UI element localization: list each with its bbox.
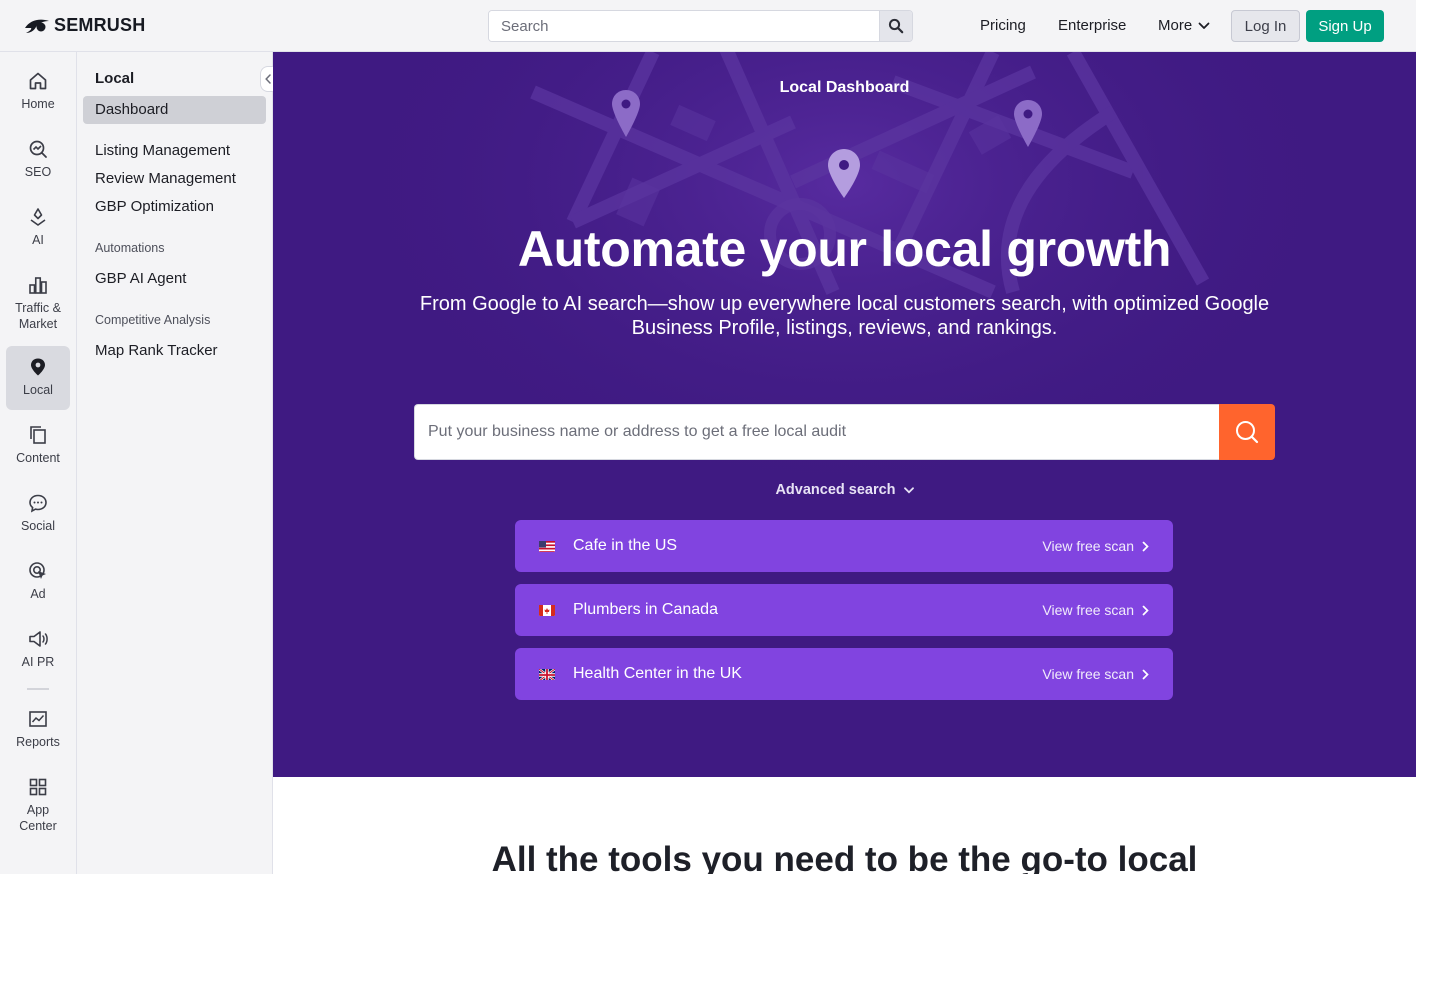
nav-pricing-link[interactable]: Pricing — [980, 17, 1026, 34]
subnav-section-competitive-analysis: Competitive Analysis — [95, 313, 211, 327]
signup-button[interactable]: Sign Up — [1306, 10, 1384, 42]
sidebar-divider — [27, 688, 49, 690]
sidebar-item-label: AI PR — [21, 655, 55, 669]
sidebar-item-label: Home — [21, 97, 55, 111]
view-free-scan-link[interactable]: View free scan — [1042, 602, 1149, 618]
uk-flag-icon — [539, 668, 555, 680]
sidebar-item-label: SEO — [24, 165, 52, 179]
chevron-right-icon — [1142, 669, 1149, 679]
top-bar: SEMRUSH Pricing Enterprise More Log In S… — [0, 0, 1416, 52]
chevron-left-icon — [264, 74, 271, 84]
local-audit-form — [414, 404, 1275, 460]
canada-flag-icon — [539, 604, 555, 616]
business-search-input[interactable] — [414, 404, 1219, 460]
chevron-right-icon — [1142, 605, 1149, 615]
sidebar-item-seo[interactable]: SEO — [6, 128, 70, 192]
search-icon — [1236, 421, 1259, 444]
scan-cta-label: View free scan — [1042, 666, 1134, 682]
scan-label: Health Center in the UK — [573, 665, 742, 682]
sidebar-item-content[interactable]: Content — [6, 414, 70, 478]
advanced-search-label: Advanced search — [775, 482, 896, 498]
search-icon — [888, 18, 904, 34]
home-icon — [29, 72, 47, 90]
sidebar-item-label: Local — [23, 383, 53, 397]
traffic-icon — [29, 277, 47, 294]
ai-icon — [30, 208, 46, 226]
sidebar-item-ai[interactable]: AI — [6, 196, 70, 260]
login-button[interactable]: Log In — [1231, 10, 1300, 42]
hero-section: Local Dashboard Automate your local grow… — [273, 52, 1416, 777]
semrush-logo-mark-icon — [25, 19, 49, 33]
subnav-item-gbp-optimization[interactable]: GBP Optimization — [95, 198, 214, 215]
view-free-scan-link[interactable]: View free scan — [1042, 666, 1149, 682]
sidebar-item-label: Content — [16, 451, 60, 465]
sidebar-item-ai-pr[interactable]: AI PR — [6, 618, 70, 682]
ad-icon — [29, 562, 46, 579]
sidebar-item-reports[interactable]: Reports — [6, 698, 70, 762]
audit-search-button[interactable] — [1219, 404, 1275, 460]
example-scan-card-uk[interactable]: Health Center in the UK View free scan — [515, 648, 1173, 700]
subnav-item-gbp-ai-agent[interactable]: GBP AI Agent — [95, 270, 186, 287]
social-icon — [29, 494, 47, 513]
global-search — [488, 10, 913, 42]
sidebar-item-traffic-market[interactable]: Traffic & Market — [6, 264, 70, 336]
sidebar-item-label: App Center — [19, 803, 57, 833]
location-pin-icon — [31, 358, 45, 376]
search-button[interactable] — [879, 11, 912, 41]
sidebar-item-social[interactable]: Social — [6, 482, 70, 546]
content-icon — [30, 426, 46, 444]
chevron-down-icon — [903, 486, 914, 493]
scan-label: Cafe in the US — [573, 537, 678, 554]
app-center-icon — [29, 778, 47, 796]
search-input[interactable] — [489, 11, 879, 41]
semrush-logo[interactable]: SEMRUSH — [24, 15, 145, 36]
sidebar-item-label: AI — [32, 233, 44, 247]
tools-section-title: All the tools you need to be the go-to l… — [491, 840, 1198, 874]
sidebar-item-home[interactable]: Home — [6, 60, 70, 124]
scan-cta-label: View free scan — [1042, 538, 1134, 554]
secondary-sidebar: Local Dashboard Listing Management Revie… — [77, 52, 273, 874]
nav-more-menu[interactable]: More — [1158, 17, 1210, 34]
hero-headline: Automate your local growth — [517, 221, 1172, 277]
sidebar-item-ad[interactable]: Ad — [6, 550, 70, 614]
nav-more-label: More — [1158, 17, 1193, 34]
hero-subhead: From Google to AI search—show up everywh… — [419, 293, 1270, 339]
subnav-item-listing-management[interactable]: Listing Management — [95, 142, 230, 159]
us-flag-icon — [539, 540, 555, 552]
collapse-sidebar-button[interactable] — [260, 66, 274, 92]
chevron-right-icon — [1142, 541, 1149, 551]
chevron-down-icon — [1198, 22, 1210, 29]
reports-icon — [29, 711, 47, 727]
megaphone-icon — [29, 631, 48, 647]
sidebar-item-label: Reports — [16, 735, 60, 749]
scan-cta-label: View free scan — [1042, 602, 1134, 618]
subnav-section-automations: Automations — [95, 241, 165, 255]
advanced-search-toggle[interactable]: Advanced search — [273, 482, 1416, 498]
nav-enterprise-link[interactable]: Enterprise — [1058, 17, 1126, 34]
subnav-title: Local — [95, 70, 135, 87]
scan-label: Plumbers in Canada — [573, 601, 718, 618]
hero-eyebrow: Local Dashboard — [779, 79, 910, 96]
primary-sidebar: Home SEO AI Traffic & Market Local Conte… — [0, 52, 77, 874]
sidebar-item-app-center[interactable]: App Center — [6, 766, 70, 838]
logo-text: SEMRUSH — [54, 15, 146, 35]
sidebar-item-label: Social — [20, 519, 56, 533]
seo-icon — [29, 140, 47, 158]
sidebar-item-label: Ad — [30, 587, 46, 601]
subnav-item-map-rank-tracker[interactable]: Map Rank Tracker — [95, 342, 218, 359]
sidebar-item-local[interactable]: Local — [6, 346, 70, 410]
view-free-scan-link[interactable]: View free scan — [1042, 538, 1149, 554]
example-scan-card-us[interactable]: Cafe in the US View free scan — [515, 520, 1173, 572]
sidebar-item-label: Traffic & Market — [15, 301, 61, 331]
subnav-item-review-management[interactable]: Review Management — [95, 170, 236, 187]
example-scan-card-canada[interactable]: Plumbers in Canada View free scan — [515, 584, 1173, 636]
subnav-item-dashboard[interactable]: Dashboard — [83, 96, 266, 124]
